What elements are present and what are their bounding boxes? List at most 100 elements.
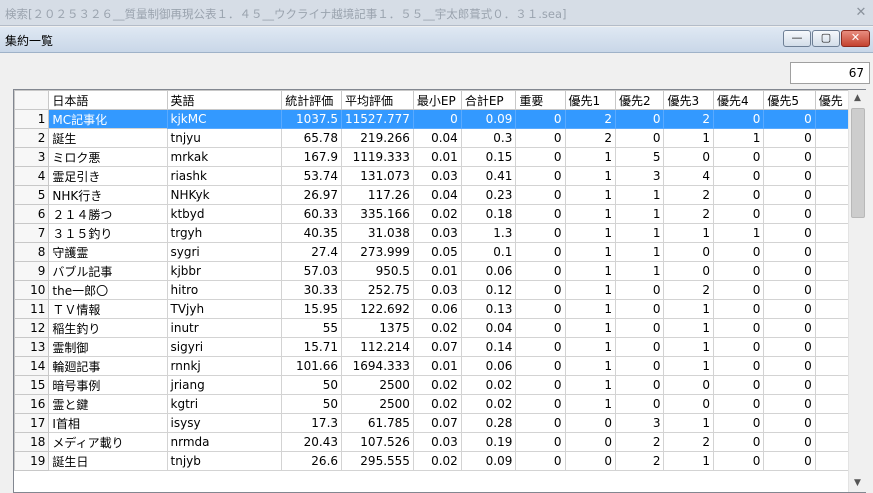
cell-value[interactable]: 0 — [763, 185, 816, 205]
cell-english[interactable]: jriang — [166, 375, 283, 395]
cell-value[interactable]: 0.1 — [460, 242, 517, 262]
cell-value[interactable]: 1 — [663, 337, 714, 357]
cell-value[interactable]: 0 — [614, 299, 665, 319]
cell-value[interactable]: 0 — [663, 394, 714, 414]
cell-value[interactable]: 50 — [281, 394, 343, 414]
cell-value[interactable]: 4 — [663, 166, 714, 186]
cell-value[interactable]: 0.14 — [460, 337, 517, 357]
cell-value[interactable]: 0.41 — [460, 166, 517, 186]
column-header[interactable]: 優先2 — [614, 90, 665, 110]
cell-value[interactable]: 0.02 — [412, 204, 462, 224]
cell-english[interactable]: isysy — [166, 413, 283, 433]
cell-japanese[interactable]: I首相 — [48, 413, 168, 433]
cell-value[interactable]: 0 — [515, 185, 566, 205]
cell-english[interactable]: NHKyk — [166, 185, 283, 205]
cell-value[interactable]: 0.3 — [460, 128, 517, 148]
cell-value[interactable]: 3 — [614, 166, 665, 186]
cell-value[interactable]: 0 — [712, 337, 765, 357]
cell-value[interactable]: 0 — [712, 166, 765, 186]
cell-english[interactable]: ktbyd — [166, 204, 283, 224]
cell-value[interactable]: 0.02 — [412, 318, 462, 338]
cell-value[interactable]: 2 — [564, 128, 616, 148]
row-number[interactable]: 13 — [14, 337, 50, 357]
cell-value[interactable]: 2500 — [341, 394, 414, 414]
cell-value[interactable]: 0.07 — [412, 413, 462, 433]
cell-value[interactable]: 61.785 — [341, 413, 414, 433]
cell-value[interactable]: 0 — [712, 432, 765, 452]
cell-english[interactable]: tnjyb — [166, 451, 283, 471]
table-row[interactable]: 12 稲生釣り inutr 55 1375 0.02 0.04 0 1 0 1 0 0 — [14, 318, 865, 338]
cell-value[interactable]: 1.3 — [460, 223, 517, 243]
cell-value[interactable]: 0.07 — [412, 337, 462, 357]
cell-value[interactable]: 0 — [763, 261, 816, 281]
cell-japanese[interactable]: ミロク悪 — [48, 147, 168, 167]
cell-value[interactable]: 0.05 — [412, 242, 462, 262]
cell-english[interactable]: trgyh — [166, 223, 283, 243]
cell-value[interactable]: 0 — [515, 337, 566, 357]
cell-value[interactable]: 112.214 — [341, 337, 414, 357]
table-row[interactable]: 17 I首相 isysy 17.3 61.785 0.07 0.28 0 0 3 1 0 0 — [14, 413, 865, 433]
cell-value[interactable]: 0 — [712, 451, 765, 471]
cell-value[interactable]: 1 — [614, 261, 665, 281]
cell-value[interactable]: 0 — [663, 147, 714, 167]
cell-value[interactable]: 0 — [763, 242, 816, 262]
cell-value[interactable]: 1037.5 — [281, 109, 343, 129]
cell-value[interactable]: 17.3 — [281, 413, 343, 433]
cell-japanese[interactable]: NHK行き — [48, 185, 168, 205]
cell-english[interactable]: kjkMC — [166, 109, 283, 129]
cell-english[interactable]: hitro — [166, 280, 283, 300]
row-number[interactable]: 16 — [14, 394, 50, 414]
cell-english[interactable]: nrmda — [166, 432, 283, 452]
cell-value[interactable]: 0 — [614, 128, 665, 148]
cell-value[interactable]: 2 — [564, 109, 616, 129]
cell-value[interactable]: 0 — [614, 375, 665, 395]
row-number[interactable]: 10 — [14, 280, 50, 300]
cell-value[interactable]: 60.33 — [281, 204, 343, 224]
cell-english[interactable]: inutr — [166, 318, 283, 338]
cell-value[interactable]: 167.9 — [281, 147, 343, 167]
cell-value[interactable]: 0 — [712, 375, 765, 395]
row-number[interactable]: 1 — [14, 109, 50, 129]
cell-value[interactable]: 0.23 — [460, 185, 517, 205]
cell-value[interactable]: 0 — [712, 185, 765, 205]
cell-value[interactable]: 1 — [564, 166, 616, 186]
cell-japanese[interactable]: 輪廻記事 — [48, 356, 168, 376]
cell-value[interactable]: 0 — [763, 337, 816, 357]
cell-value[interactable]: 1 — [614, 242, 665, 262]
scroll-up-icon[interactable]: ▲ — [849, 90, 866, 107]
cell-value[interactable]: 0 — [515, 299, 566, 319]
summary-grid[interactable]: 日本語 英語 統計評価 平均評価 最小EP 合計EP 重要 優先1 優先2 優先… — [13, 89, 866, 493]
column-header[interactable]: 英語 — [166, 90, 283, 110]
cell-value[interactable]: 0.01 — [412, 356, 462, 376]
row-number[interactable]: 5 — [14, 185, 50, 205]
cell-value[interactable]: 3 — [614, 413, 665, 433]
row-number[interactable]: 19 — [14, 451, 50, 471]
cell-value[interactable]: 0 — [564, 413, 616, 433]
cell-english[interactable]: kjbbr — [166, 261, 283, 281]
cell-value[interactable]: 15.95 — [281, 299, 343, 319]
scroll-thumb[interactable] — [851, 108, 865, 218]
cell-value[interactable]: 0 — [763, 413, 816, 433]
row-number[interactable]: 14 — [14, 356, 50, 376]
row-number[interactable]: 15 — [14, 375, 50, 395]
table-row[interactable]: 7 ３１５釣り trgyh 40.35 31.038 0.03 1.3 0 1 1 1 1 0 — [14, 223, 865, 243]
cell-value[interactable]: 0 — [663, 375, 714, 395]
cell-value[interactable]: 0 — [712, 204, 765, 224]
cell-value[interactable]: 0 — [564, 432, 616, 452]
cell-value[interactable]: 0 — [515, 413, 566, 433]
cell-value[interactable]: 0 — [564, 451, 616, 471]
cell-value[interactable]: 1 — [564, 375, 616, 395]
cell-value[interactable]: 101.66 — [281, 356, 343, 376]
cell-value[interactable]: 0 — [712, 394, 765, 414]
cell-japanese[interactable]: 霊足引き — [48, 166, 168, 186]
cell-value[interactable]: 1 — [564, 223, 616, 243]
cell-english[interactable]: kgtri — [166, 394, 283, 414]
cell-value[interactable]: 0 — [663, 242, 714, 262]
cell-value[interactable]: 0.19 — [460, 432, 517, 452]
cell-value[interactable]: 0 — [763, 356, 816, 376]
table-row[interactable]: 16 霊と鍵 kgtri 50 2500 0.02 0.02 0 1 0 0 0 0 — [14, 394, 865, 414]
cell-value[interactable]: 0 — [515, 356, 566, 376]
row-number[interactable]: 8 — [14, 242, 50, 262]
cell-value[interactable]: 0 — [614, 280, 665, 300]
cell-value[interactable]: 335.166 — [341, 204, 414, 224]
